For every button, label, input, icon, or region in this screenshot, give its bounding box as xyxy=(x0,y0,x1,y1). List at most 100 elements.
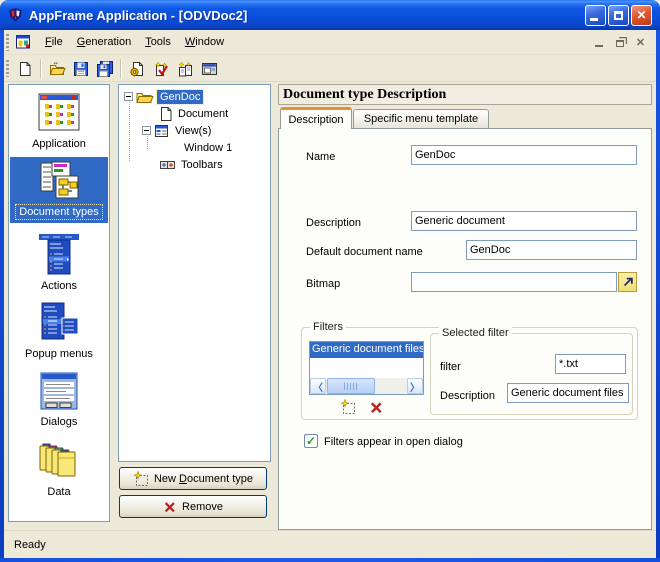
dialogs-icon xyxy=(35,369,83,413)
title-bar: AppFrame Application - [ODVDoc2] ✕ xyxy=(0,0,660,30)
filter-description-input[interactable] xyxy=(507,383,629,403)
tree-node-gendoc[interactable]: GenDoc xyxy=(124,88,203,105)
description-label: Description xyxy=(306,217,361,229)
save-all-button[interactable] xyxy=(93,57,117,80)
tree-node-views[interactable]: View(s) xyxy=(142,122,214,139)
tree-view: GenDoc Document Vi xyxy=(118,84,271,462)
preview-window-icon xyxy=(201,61,218,77)
sidebar-item-popup-menus[interactable]: Popup menus xyxy=(10,299,108,361)
minimize-button[interactable] xyxy=(585,5,606,26)
document-types-icon xyxy=(35,160,83,202)
bitmap-input[interactable] xyxy=(411,272,617,292)
name-label: Name xyxy=(306,151,335,163)
mdi-close-button[interactable]: ✕ xyxy=(633,36,648,49)
tree-node-window-1[interactable]: Window 1 xyxy=(181,139,235,156)
generate-button[interactable] xyxy=(125,57,149,80)
actions-icon xyxy=(35,233,83,277)
toolbars-icon xyxy=(160,160,175,170)
window-border-right xyxy=(656,28,660,562)
scroll-track[interactable] xyxy=(375,378,407,394)
scroll-thumb[interactable] xyxy=(327,378,375,394)
preview-button[interactable] xyxy=(197,57,221,80)
tree-node-document[interactable]: Document xyxy=(157,105,231,122)
menu-window[interactable]: Window xyxy=(178,33,231,51)
name-input[interactable] xyxy=(411,145,637,165)
maximize-icon xyxy=(614,11,623,20)
bitmap-label: Bitmap xyxy=(306,278,340,290)
maximize-button[interactable] xyxy=(608,5,629,26)
sidebar-item-actions[interactable]: Actions xyxy=(10,231,108,293)
tab-specific-menu-template[interactable]: Specific menu template xyxy=(353,109,489,129)
save-button[interactable] xyxy=(69,57,93,80)
scroll-left-arrow[interactable]: 〈 xyxy=(310,378,326,394)
close-button[interactable]: ✕ xyxy=(631,5,652,26)
default-document-name-label: Default document name xyxy=(306,246,423,258)
sidebar-item-application[interactable]: Application xyxy=(10,89,108,151)
sidebar: Application Document types xyxy=(8,84,110,522)
menu-generation[interactable]: Generation xyxy=(70,33,138,51)
generate-all-button[interactable] xyxy=(173,57,197,80)
status-bar: Ready xyxy=(4,530,656,558)
new-filter-button[interactable] xyxy=(340,399,356,415)
close-icon: ✕ xyxy=(636,9,646,21)
data-icon xyxy=(35,438,83,484)
menubar-grip[interactable] xyxy=(6,34,9,51)
default-document-name-input[interactable] xyxy=(466,240,637,260)
open-button[interactable] xyxy=(45,57,69,80)
generate-check-button[interactable] xyxy=(149,57,173,80)
panel-header: Document type Description xyxy=(278,84,652,105)
save-icon xyxy=(73,61,89,77)
mdi-document-icon[interactable] xyxy=(15,34,32,50)
tree-expander-icon[interactable] xyxy=(124,92,133,101)
sidebar-item-data[interactable]: Data xyxy=(10,437,108,499)
document-icon xyxy=(160,107,172,121)
mdi-minimize-button[interactable] xyxy=(591,36,606,49)
folder-open-icon xyxy=(136,90,154,104)
mdi-close-icon: ✕ xyxy=(636,36,645,49)
open-icon xyxy=(49,61,66,77)
app-window: AppFrame Application - [ODVDoc2] ✕ File … xyxy=(0,0,660,562)
bitmap-browse-button[interactable] xyxy=(618,272,637,292)
new-button[interactable] xyxy=(13,57,37,80)
tree-expander-icon[interactable] xyxy=(142,126,151,135)
filters-open-dialog-checkbox[interactable]: ✓ xyxy=(304,434,318,448)
sidebar-item-document-types[interactable]: Document types xyxy=(10,157,108,223)
delete-filter-button[interactable] xyxy=(368,399,384,415)
filter-input[interactable] xyxy=(555,354,626,374)
selected-filter-group: Selected filter filter Description xyxy=(430,333,633,415)
toolbar-separator xyxy=(120,59,122,79)
tree-node-toolbars[interactable]: Toolbars xyxy=(157,156,226,173)
scroll-right-arrow[interactable]: 〉 xyxy=(407,378,423,394)
filter-description-label: Description xyxy=(440,390,495,402)
toolbar xyxy=(4,56,656,82)
listbox-hscrollbar[interactable]: 〈 〉 xyxy=(310,378,423,394)
popup-menus-icon xyxy=(35,301,83,345)
mdi-restore-button[interactable] xyxy=(612,36,627,49)
window-border-bottom xyxy=(0,558,660,562)
generate-icon xyxy=(129,61,145,77)
delete-icon xyxy=(369,400,384,415)
sidebar-item-dialogs[interactable]: Dialogs xyxy=(10,367,108,429)
description-tab-page: Name Description Default document name B… xyxy=(278,128,652,530)
toolbar-grip[interactable] xyxy=(6,60,9,77)
description-input[interactable] xyxy=(411,211,637,231)
toolbar-separator xyxy=(40,59,42,79)
filter-label: filter xyxy=(440,361,461,373)
menu-tools[interactable]: Tools xyxy=(138,33,178,51)
status-text: Ready xyxy=(14,539,46,551)
app-icon xyxy=(7,7,24,24)
new-document-icon xyxy=(17,61,33,77)
new-document-type-button[interactable]: New Document type xyxy=(119,467,267,490)
mdi-restore-icon xyxy=(616,40,624,47)
tree-connector xyxy=(129,99,130,161)
tab-description[interactable]: Description xyxy=(280,107,352,129)
new-item-icon xyxy=(340,399,356,415)
filters-listbox[interactable]: Generic document files 〈 〉 xyxy=(309,341,424,395)
menu-file[interactable]: File xyxy=(38,33,70,51)
window-title: AppFrame Application - [ODVDoc2] xyxy=(29,8,585,23)
view-icon xyxy=(154,124,169,138)
delete-icon xyxy=(163,500,177,514)
remove-button[interactable]: Remove xyxy=(119,495,267,518)
checkmark-icon: ✓ xyxy=(306,434,316,448)
filter-list-item[interactable]: Generic document files xyxy=(310,342,423,358)
